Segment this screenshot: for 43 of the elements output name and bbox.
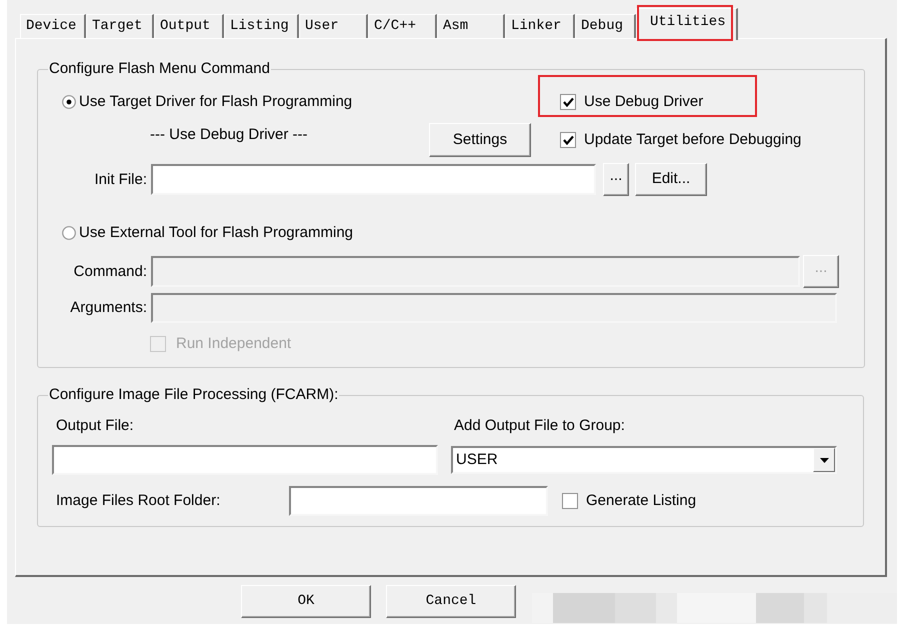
tab[interactable]: Asm: [437, 14, 505, 38]
field-label: Init File:: [94, 170, 147, 188]
caret-down-icon: [820, 458, 828, 462]
ok-button[interactable]: OK: [241, 585, 371, 618]
checkbox[interactable]: [560, 94, 576, 110]
tab[interactable]: Utilities: [636, 8, 738, 40]
checkbox-label: Run Independent: [176, 335, 292, 353]
group-dropdown[interactable]: USER: [451, 446, 837, 474]
edit-button[interactable]: Edit...: [635, 163, 707, 196]
group-title: Configure Image File Processing (FCARM):: [48, 386, 340, 404]
tab[interactable]: Listing: [224, 14, 299, 38]
checkbox[interactable]: [562, 493, 578, 509]
checkmark-icon: [562, 97, 574, 107]
radio-button[interactable]: [62, 226, 76, 240]
option-label: Use External Tool for Flash Programming: [79, 224, 353, 242]
tab[interactable]: User: [299, 14, 368, 38]
settings-button[interactable]: Settings: [429, 123, 531, 157]
field-label: Add Output File to Group:: [454, 417, 625, 435]
field-label: Command:: [74, 262, 147, 280]
field-label: Output File:: [56, 417, 134, 435]
checkbox-label: Use Debug Driver: [584, 93, 704, 111]
root-folder-field[interactable]: [289, 486, 548, 516]
tab[interactable]: Target: [86, 14, 154, 38]
init-file-field[interactable]: [151, 164, 596, 195]
field-label: Image Files Root Folder:: [56, 492, 220, 510]
radio-button[interactable]: [62, 95, 76, 109]
group-title: Configure Flash Menu Command: [48, 60, 271, 78]
tab[interactable]: Device: [20, 14, 86, 38]
checkbox-label: Update Target before Debugging: [584, 131, 802, 149]
tab[interactable]: Output: [154, 14, 224, 38]
driver-label: --- Use Debug Driver ---: [150, 126, 308, 144]
radio-dot-icon: [66, 100, 72, 104]
browse-button[interactable]: ...: [603, 163, 629, 196]
tab[interactable]: C/C++: [368, 14, 437, 38]
dropdown-button[interactable]: [813, 448, 835, 472]
checkbox-label: Generate Listing: [586, 492, 696, 510]
option-label: Use Target Driver for Flash Programming: [79, 93, 352, 111]
tab[interactable]: Linker: [505, 14, 575, 38]
cancel-button[interactable]: Cancel: [386, 585, 516, 618]
output-file-field[interactable]: [52, 445, 438, 475]
field-label: Arguments:: [70, 299, 147, 317]
checkbox[interactable]: [560, 132, 576, 148]
checkmark-icon: [562, 135, 574, 145]
